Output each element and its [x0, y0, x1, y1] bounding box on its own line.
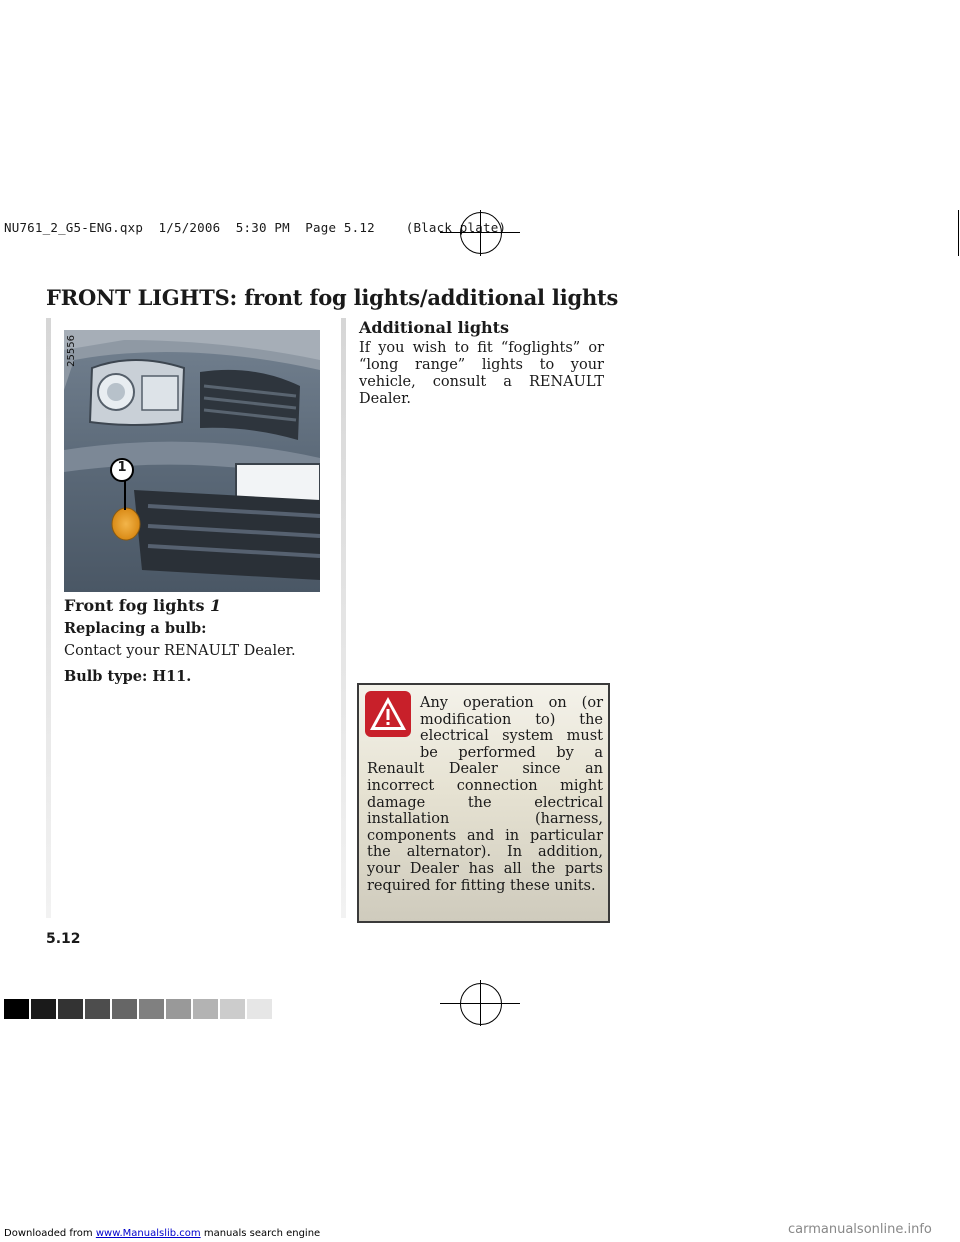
color-swatch	[58, 999, 83, 1019]
car-front-illustration	[64, 330, 320, 592]
registration-mark-icon	[460, 983, 502, 1025]
photo-reference-code: 25556	[66, 335, 77, 367]
fog-lights-heading-text: Front fog lights	[64, 596, 205, 615]
page-number: 5.12	[46, 931, 81, 947]
bulb-type: Bulb type: H11.	[64, 668, 192, 685]
replacing-bulb-text: Contact your RENAULT Dealer.	[64, 643, 296, 659]
left-column: Front fog lights 1 Replacing a bulb: Con…	[64, 596, 334, 685]
warning-box: Any operation on (or modification to) th…	[357, 683, 610, 923]
crop-line	[958, 210, 959, 256]
fog-light-photo	[64, 330, 320, 592]
color-swatch	[247, 999, 272, 1019]
color-swatch	[31, 999, 56, 1019]
registration-mark-icon	[460, 212, 502, 254]
print-header: NU761_2_G5-ENG.qxp 1/5/2006 5:30 PM Page…	[4, 220, 507, 235]
manualslib-link[interactable]: www.Manualslib.com	[96, 1228, 201, 1239]
warning-text-block: Any operation on (or modification to) th…	[367, 695, 603, 894]
color-swatch	[193, 999, 218, 1019]
color-swatch	[166, 999, 191, 1019]
color-bar	[4, 999, 272, 1019]
color-swatch	[112, 999, 137, 1019]
fog-lights-heading-ref: 1	[210, 596, 222, 615]
column-rule	[341, 318, 346, 918]
fog-lights-heading: Front fog lights 1	[64, 596, 334, 615]
watermark-text: carmanualsonline.info	[788, 1222, 932, 1237]
color-swatch	[85, 999, 110, 1019]
footer-prefix: Downloaded from	[4, 1228, 93, 1239]
right-column: Additional lights If you wish to fit “fo…	[359, 318, 604, 408]
footer-suffix: manuals search engine	[203, 1228, 321, 1239]
download-footer: Downloaded from www.Manualslib.com manua…	[4, 1228, 320, 1239]
additional-lights-text: If you wish to fit “foglights” or “long …	[359, 340, 604, 407]
callout-number: 1	[117, 460, 127, 475]
color-swatch	[4, 999, 29, 1019]
additional-lights-heading: Additional lights	[359, 318, 510, 337]
page-title: FRONT LIGHTS: front fog lights/additiona…	[46, 285, 619, 310]
replacing-bulb-heading: Replacing a bulb:	[64, 620, 207, 637]
color-swatch	[139, 999, 164, 1019]
color-swatch	[220, 999, 245, 1019]
column-rule	[46, 318, 51, 918]
